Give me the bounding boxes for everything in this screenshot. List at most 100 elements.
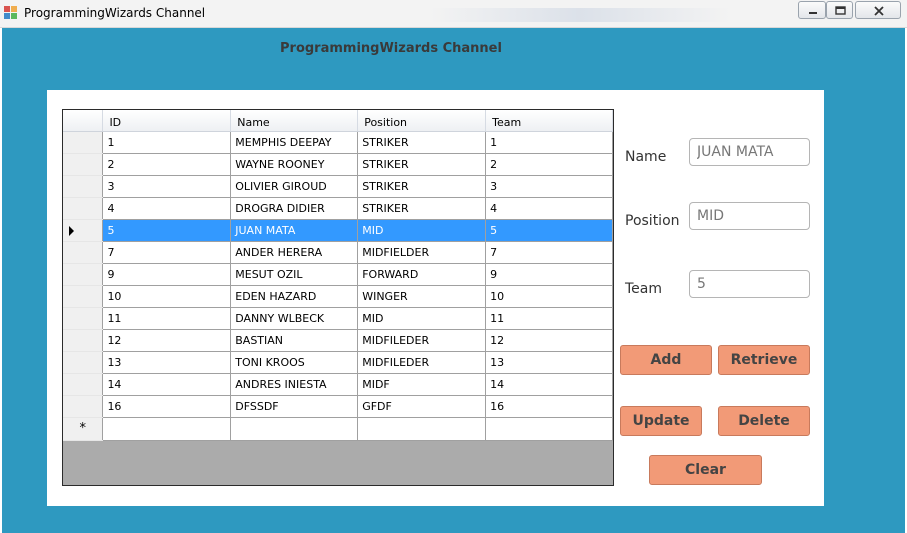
row-header[interactable] bbox=[63, 351, 104, 374]
cell-team[interactable]: 10 bbox=[485, 285, 613, 308]
update-button[interactable]: Update bbox=[620, 406, 702, 436]
new-row-cell[interactable] bbox=[357, 417, 487, 441]
minimize-button[interactable] bbox=[798, 1, 826, 19]
table-row[interactable]: 7 ANDER HERERA MIDFIELDER 7 bbox=[63, 241, 613, 264]
cell-id[interactable]: 9 bbox=[102, 263, 232, 286]
cell-team[interactable]: 5 bbox=[485, 219, 613, 242]
cell-name[interactable]: TONI KROOS bbox=[230, 351, 359, 374]
cell-name[interactable]: OLIVIER GIROUD bbox=[230, 175, 359, 198]
cell-name[interactable]: EDEN HAZARD bbox=[230, 285, 359, 308]
add-button[interactable]: Add bbox=[620, 345, 712, 375]
cell-id[interactable]: 10 bbox=[102, 285, 232, 308]
row-header[interactable] bbox=[63, 153, 104, 176]
column-header-name[interactable]: Name bbox=[230, 110, 359, 132]
row-header[interactable] bbox=[63, 285, 104, 308]
cell-position[interactable]: STRIKER bbox=[357, 175, 487, 198]
cell-position[interactable]: MID bbox=[357, 219, 487, 242]
cell-id[interactable]: 2 bbox=[102, 153, 232, 176]
row-header[interactable] bbox=[63, 395, 104, 418]
row-header[interactable] bbox=[63, 373, 104, 396]
cell-position[interactable]: MIDFILEDER bbox=[357, 351, 487, 374]
grid-corner-header[interactable] bbox=[63, 110, 104, 132]
cell-name[interactable]: MEMPHIS DEEPAY bbox=[230, 131, 359, 154]
cell-id[interactable]: 16 bbox=[102, 395, 232, 418]
row-header[interactable] bbox=[63, 131, 104, 154]
cell-id[interactable]: 1 bbox=[102, 131, 232, 154]
new-row-cell[interactable] bbox=[102, 417, 232, 441]
cell-id[interactable]: 3 bbox=[102, 175, 232, 198]
table-row[interactable]: 12 BASTIAN MIDFILEDER 12 bbox=[63, 329, 613, 352]
cell-position[interactable]: STRIKER bbox=[357, 153, 487, 176]
cell-team[interactable]: 7 bbox=[485, 241, 613, 264]
new-row-cell[interactable] bbox=[485, 417, 613, 441]
cell-position[interactable]: WINGER bbox=[357, 285, 487, 308]
cell-team[interactable]: 11 bbox=[485, 307, 613, 330]
column-header-team[interactable]: Team bbox=[485, 110, 613, 132]
cell-id[interactable]: 5 bbox=[102, 219, 232, 242]
maximize-button[interactable] bbox=[826, 1, 853, 19]
cell-name[interactable]: ANDRES INIESTA bbox=[230, 373, 359, 396]
cell-id[interactable]: 4 bbox=[102, 197, 232, 220]
row-header[interactable] bbox=[63, 263, 104, 286]
table-row[interactable]: 1 MEMPHIS DEEPAY STRIKER 1 bbox=[63, 131, 613, 154]
retrieve-button[interactable]: Retrieve bbox=[718, 345, 810, 375]
new-row-cell[interactable] bbox=[230, 417, 359, 441]
table-row[interactable]: 5 JUAN MATA MID 5 bbox=[63, 219, 613, 242]
table-row[interactable]: 9 MESUT OZIL FORWARD 9 bbox=[63, 263, 613, 286]
cell-id[interactable]: 12 bbox=[102, 329, 232, 352]
cell-position[interactable]: MID bbox=[357, 307, 487, 330]
row-header[interactable] bbox=[63, 175, 104, 198]
table-row[interactable]: 11 DANNY WLBECK MID 11 bbox=[63, 307, 613, 330]
cell-position[interactable]: MIDFILEDER bbox=[357, 329, 487, 352]
table-row[interactable]: 13 TONI KROOS MIDFILEDER 13 bbox=[63, 351, 613, 374]
players-data-grid[interactable]: ID Name Position Team 1 MEMPHIS DEEPAY STR… bbox=[62, 109, 614, 486]
cell-name[interactable]: ANDER HERERA bbox=[230, 241, 359, 264]
cell-team[interactable]: 13 bbox=[485, 351, 613, 374]
new-row-header[interactable]: * bbox=[63, 417, 104, 441]
cell-name[interactable]: DFSSDF bbox=[230, 395, 359, 418]
team-field[interactable] bbox=[689, 270, 810, 298]
cell-name[interactable]: DANNY WLBECK bbox=[230, 307, 359, 330]
cell-position[interactable]: MIDFIELDER bbox=[357, 241, 487, 264]
cell-team[interactable]: 1 bbox=[485, 131, 613, 154]
cell-id[interactable]: 14 bbox=[102, 373, 232, 396]
cell-name[interactable]: BASTIAN bbox=[230, 329, 359, 352]
cell-team[interactable]: 4 bbox=[485, 197, 613, 220]
row-header[interactable] bbox=[63, 329, 104, 352]
cell-name[interactable]: MESUT OZIL bbox=[230, 263, 359, 286]
cell-position[interactable]: GFDF bbox=[357, 395, 487, 418]
column-header-id[interactable]: ID bbox=[102, 110, 232, 132]
row-header[interactable] bbox=[63, 197, 104, 220]
cell-id[interactable]: 13 bbox=[102, 351, 232, 374]
table-row[interactable]: 14 ANDRES INIESTA MIDF 14 bbox=[63, 373, 613, 396]
row-header[interactable] bbox=[63, 307, 104, 330]
cell-team[interactable]: 3 bbox=[485, 175, 613, 198]
cell-id[interactable]: 11 bbox=[102, 307, 232, 330]
table-row[interactable]: 3 OLIVIER GIROUD STRIKER 3 bbox=[63, 175, 613, 198]
cell-position[interactable]: FORWARD bbox=[357, 263, 487, 286]
cell-team[interactable]: 16 bbox=[485, 395, 613, 418]
cell-team[interactable]: 2 bbox=[485, 153, 613, 176]
table-row[interactable]: 4 DROGRA DIDIER STRIKER 4 bbox=[63, 197, 613, 220]
delete-button[interactable]: Delete bbox=[718, 406, 810, 436]
cell-name[interactable]: JUAN MATA bbox=[230, 219, 359, 242]
cell-name[interactable]: WAYNE ROONEY bbox=[230, 153, 359, 176]
table-row[interactable]: 2 WAYNE ROONEY STRIKER 2 bbox=[63, 153, 613, 176]
close-button[interactable] bbox=[855, 1, 901, 19]
name-field[interactable] bbox=[689, 138, 810, 166]
cell-team[interactable]: 9 bbox=[485, 263, 613, 286]
position-field[interactable] bbox=[689, 202, 810, 230]
row-header[interactable] bbox=[63, 241, 104, 264]
clear-button[interactable]: Clear bbox=[649, 455, 762, 485]
cell-team[interactable]: 14 bbox=[485, 373, 613, 396]
cell-position[interactable]: MIDF bbox=[357, 373, 487, 396]
cell-id[interactable]: 7 bbox=[102, 241, 232, 264]
cell-team[interactable]: 12 bbox=[485, 329, 613, 352]
cell-position[interactable]: STRIKER bbox=[357, 197, 487, 220]
table-row[interactable]: 16 DFSSDF GFDF 16 bbox=[63, 395, 613, 418]
table-row[interactable]: 10 EDEN HAZARD WINGER 10 bbox=[63, 285, 613, 308]
column-header-position[interactable]: Position bbox=[357, 110, 487, 132]
cell-name[interactable]: DROGRA DIDIER bbox=[230, 197, 359, 220]
new-row[interactable]: * bbox=[63, 417, 613, 441]
cell-position[interactable]: STRIKER bbox=[357, 131, 487, 154]
